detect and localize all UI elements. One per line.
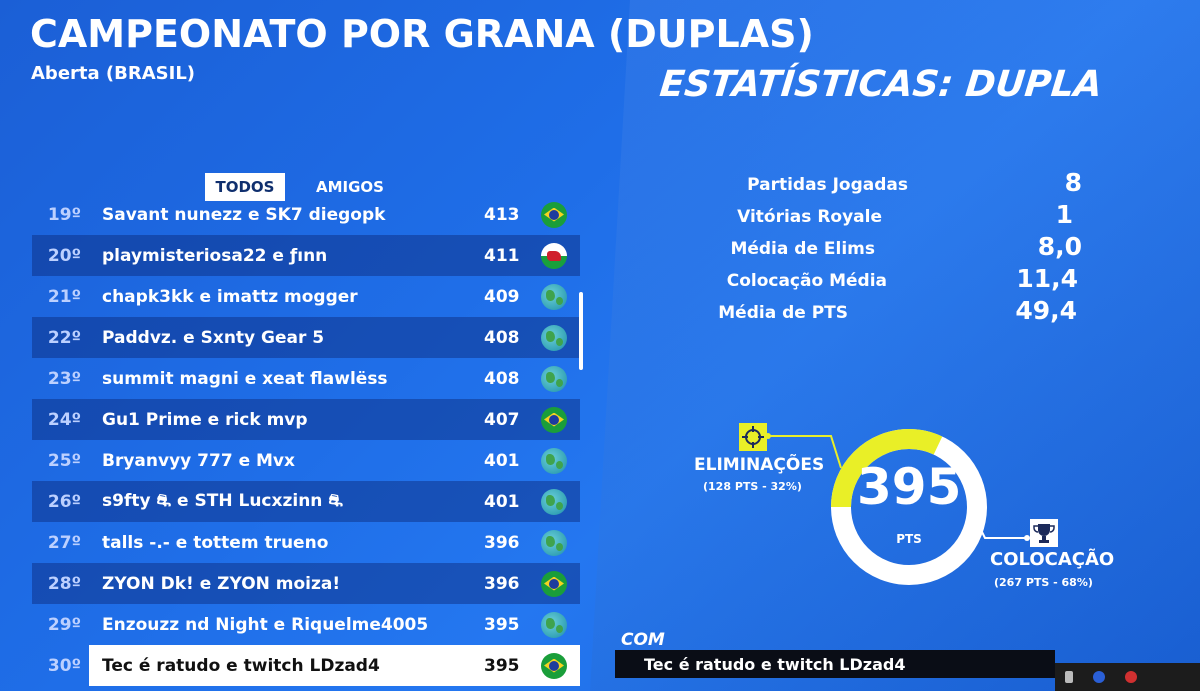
score: 411 (484, 245, 520, 266)
team-name: playmisteriosa22 e ƒınn (102, 245, 328, 266)
leaderboard-row[interactable]: 21º chapk3kk e imattz mogger 409 (32, 276, 580, 317)
score: 413 (484, 204, 520, 225)
leaderboard-row[interactable]: 27º talls -.- e tottem trueno 396 (32, 522, 580, 563)
leaderboard: 19º Savant nunezz e SK7 diegopk 413 20º … (32, 194, 580, 686)
globe-icon (541, 529, 567, 556)
globe-icon (541, 365, 567, 392)
rank: 23º (47, 368, 82, 389)
score: 409 (484, 286, 520, 307)
rank: 20º (47, 245, 82, 266)
team-name: Paddvz. e Sxnty Gear 5 (102, 327, 325, 348)
placement-label: COLOCAÇÃO (990, 549, 1115, 570)
leaderboard-row[interactable]: 19º Savant nunezz e SK7 diegopk 413 (32, 194, 580, 235)
rank: 26º (47, 491, 82, 512)
rank: 27º (47, 532, 82, 553)
leaderboard-row[interactable]: 25º Bryanvyy 777 e Mvx 401 (32, 440, 580, 481)
team-name: summit magni e xeat flawlëss (102, 368, 388, 389)
team-name: chapk3kk e imattz mogger (102, 286, 358, 307)
com-label: COM (621, 630, 665, 650)
rank: 30º (47, 655, 82, 676)
globe-icon (541, 488, 567, 515)
score: 401 (484, 450, 520, 471)
team-name: Savant nunezz e SK7 diegopk (102, 204, 386, 225)
score: 408 (484, 368, 520, 389)
team-name: Enzouzz nd Night e Riquelme4005 (102, 614, 429, 635)
eliminations-label: ELIMINAÇÕES (694, 455, 825, 475)
leaderboard-row[interactable]: 24º Gu1 Prime e rick mvp 407 (32, 399, 580, 440)
brazil-flag-icon (541, 570, 567, 597)
trophy-icon (1030, 519, 1058, 547)
globe-icon (541, 447, 567, 474)
rank: 25º (47, 450, 82, 471)
tournament-subtitle: Aberta (BRASIL) (31, 63, 196, 84)
rank: 22º (47, 327, 82, 348)
score: 396 (484, 532, 520, 553)
wales-flag-icon (541, 242, 567, 269)
system-tray (1055, 663, 1200, 691)
usb-icon[interactable] (1065, 671, 1073, 683)
placement-detail: (267 PTS - 68%) (994, 576, 1093, 589)
team-name: ZYON Dk! e ZYON moiza! (102, 573, 341, 594)
rank: 28º (47, 573, 82, 594)
globe-icon (541, 611, 567, 638)
eliminations-detail: (128 PTS - 32%) (703, 480, 802, 493)
rank: 21º (47, 286, 82, 307)
score: 408 (484, 327, 520, 348)
rank: 24º (47, 409, 82, 430)
network-icon[interactable] (1093, 671, 1105, 683)
leaderboard-row[interactable]: 22º Paddvz. e Sxnty Gear 5 408 (32, 317, 580, 358)
globe-icon (541, 324, 567, 351)
stat-wins-label: Vitórias Royale (737, 207, 882, 227)
brazil-flag-icon (541, 652, 567, 679)
score: 396 (484, 573, 520, 594)
stats-heading: ESTATÍSTICAS: DUPLA (657, 64, 1105, 105)
rank: 19º (47, 204, 82, 225)
stat-matches-value: 8 (1064, 168, 1082, 197)
leaderboard-row[interactable]: 28º ZYON Dk! e ZYON moiza! 396 (32, 563, 580, 604)
team-name: Gu1 Prime e rick mvp (102, 409, 308, 430)
score: 395 (484, 655, 520, 676)
stat-points-value: 49,4 (1015, 296, 1077, 325)
stat-placement-label: Colocação Média (726, 271, 887, 291)
leaderboard-row-own-team[interactable]: 30º Tec é ratudo e twitch LDzad4 395 (48, 645, 580, 686)
leaderboard-row[interactable]: 20º playmisteriosa22 e ƒınn 411 (32, 235, 580, 276)
stat-points-label: Média de PTS (718, 303, 848, 323)
team-name: Tec é ratudo e twitch LDzad4 (102, 655, 380, 676)
score: 395 (484, 614, 520, 635)
leaderboard-row[interactable]: 26º s9fty ⛐ e STH Lucxzinn ⛐ 401 (32, 481, 580, 522)
total-points-unit: PTS (896, 532, 922, 546)
tournament-title: CAMPEONATO POR GRANA (DUPLAS) (30, 12, 814, 56)
brazil-flag-icon (541, 406, 567, 433)
team-name: Bryanvyy 777 e Mvx (102, 450, 295, 471)
brazil-flag-icon (541, 201, 567, 228)
team-name: s9fty ⛐ e STH Lucxzinn ⛐ (102, 490, 343, 511)
score: 401 (484, 491, 520, 512)
stat-matches-label: Partidas Jogadas (747, 175, 908, 195)
leaderboard-row[interactable]: 23º summit magni e xeat flawlëss 408 (32, 358, 580, 399)
stat-placement-value: 11,4 (1016, 264, 1078, 293)
own-team-name: Tec é ratudo e twitch LDzad4 (644, 655, 906, 674)
score: 407 (484, 409, 520, 430)
placement-connector (976, 521, 1030, 541)
rank: 29º (47, 614, 82, 635)
team-name: talls -.- e tottem trueno (102, 532, 329, 553)
stat-elims-label: Média de Elims (730, 239, 875, 259)
stat-elims-value: 8,0 (1037, 232, 1082, 261)
total-points: 395 (857, 458, 962, 516)
crosshair-icon (739, 423, 767, 451)
leaderboard-row[interactable]: 29º Enzouzz nd Night e Riquelme4005 395 (32, 604, 580, 645)
stat-wins-value: 1 (1055, 200, 1073, 229)
security-icon[interactable] (1125, 671, 1137, 683)
